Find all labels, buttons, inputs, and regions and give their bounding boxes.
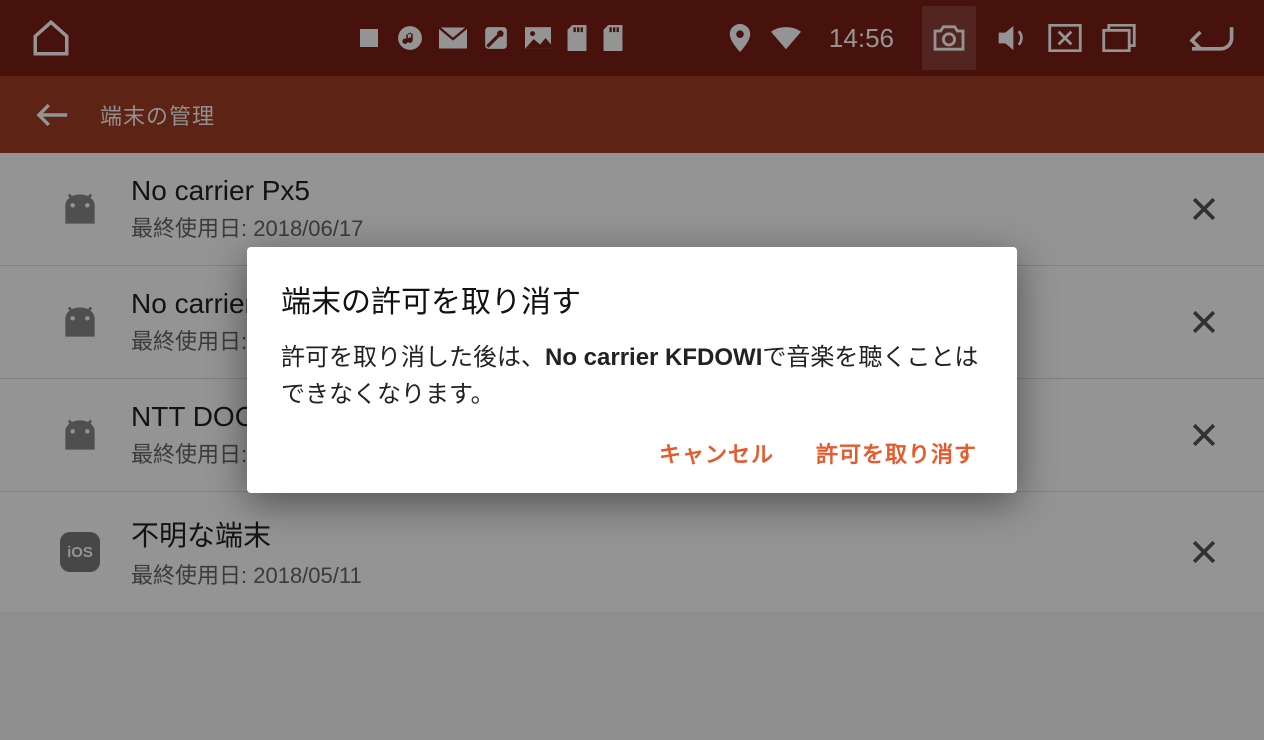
dialog-body: 許可を取り消した後は、No carrier KFDOWIで音楽を聴くことはできな… <box>281 339 983 413</box>
cancel-button[interactable]: キャンセル <box>659 437 774 469</box>
revoke-dialog: 端末の許可を取り消す 許可を取り消した後は、No carrier KFDOWIで… <box>247 247 1017 493</box>
confirm-revoke-button[interactable]: 許可を取り消す <box>816 437 977 469</box>
modal-overlay[interactable]: 端末の許可を取り消す 許可を取り消した後は、No carrier KFDOWIで… <box>0 0 1264 740</box>
dialog-title: 端末の許可を取り消す <box>281 277 983 321</box>
